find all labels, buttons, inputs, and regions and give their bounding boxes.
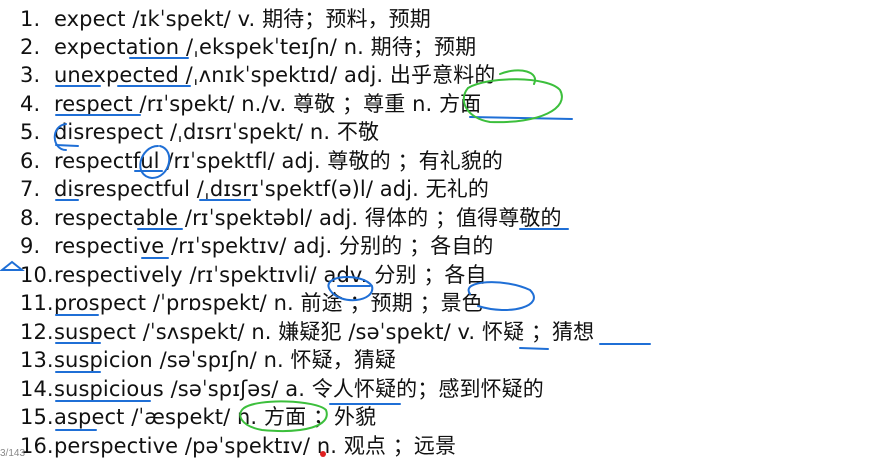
entry-text: respectable /rɪˈspektəbl/ adj. 得体的 ；值得尊敬… [54,206,562,230]
vocab-entry: 14.suspicious /səˈspɪʃəs/ a. 令人怀疑的；感到怀疑的 [20,375,544,403]
vocab-list: 1. expect /ɪkˈspekt/ v. 期待；预料，预期 2. expect… [0,0,894,460]
entry-number: 9. [20,234,41,258]
vocab-entry: 4. respect /rɪˈspekt/ n./v. 尊敬 ；尊重 n. 方面 [20,90,481,118]
vocab-entry: 1. expect /ɪkˈspekt/ v. 期待；预料，预期 [20,5,431,33]
page-indicator: 3/143 [0,448,26,459]
entry-number: 3. [20,63,41,87]
entry-number: 14. [20,377,54,401]
entry-text: unexpected /ˌʌnɪkˈspektɪd/ adj. 出乎意料的 [54,63,496,87]
entry-text: disrespect /ˌdɪsrɪˈspekt/ n. 不敬 [54,120,380,144]
entry-text: respective /rɪˈspektɪv/ adj. 分别的 ；各自的 [54,234,494,258]
vocab-entry: 2. expectation /ˌekspekˈteɪʃn/ n. 期待；预期 [20,33,476,61]
entry-text: disrespectful /ˌdɪsrɪˈspektf(ə)l/ adj. 无… [54,177,489,201]
entry-text: expectation /ˌekspekˈteɪʃn/ n. 期待；预期 [54,35,477,59]
vocab-entry: 11.prospect /ˈprɒspekt/ n. 前途 ；预期 ；景色 [20,289,483,317]
vocab-entry: 13.suspicion /səˈspɪʃn/ n. 怀疑，猜疑 [20,346,396,374]
vocab-entry: 8. respectable /rɪˈspektəbl/ adj. 得体的 ；值得… [20,204,562,232]
vocab-entry: 12.suspect /ˈsʌspekt/ n. 嫌疑犯 /səˈspekt/ … [20,318,594,346]
entry-text: respect /rɪˈspekt/ n./v. 尊敬 ；尊重 n. 方面 [54,92,482,116]
vocab-entry: 7. disrespectful /ˌdɪsrɪˈspektf(ə)l/ adj.… [20,175,489,203]
entry-number: 15. [20,405,54,429]
vocab-entry: 16.perspective /pəˈspektɪv/ n. 观点 ；远景 [20,432,456,460]
entry-text: expect /ɪkˈspekt/ v. 期待；预料，预期 [54,7,431,31]
entry-number: 12. [20,320,54,344]
entry-text: perspective /pəˈspektɪv/ n. 观点 ；远景 [54,434,457,458]
entry-text: respectively /rɪˈspektɪvli/ adv. 分别 ；各自 [54,263,487,287]
entry-text: suspicious /səˈspɪʃəs/ a. 令人怀疑的；感到怀疑的 [54,377,544,401]
entry-number: 16. [20,434,54,458]
entry-number: 8. [20,206,41,230]
vocab-entry: 15.aspect /ˈæspekt/ n. 方面 ；外貌 [20,403,376,431]
entry-number: 6. [20,149,41,173]
vocab-entry: 9. respective /rɪˈspektɪv/ adj. 分别的 ；各自的 [20,232,494,260]
entry-number: 2. [20,35,41,59]
entry-text: suspicion /səˈspɪʃn/ n. 怀疑，猜疑 [54,348,397,372]
entry-number: 1. [20,7,41,31]
entry-text: respectful /rɪˈspektfl/ adj. 尊敬的 ；有礼貌的 [54,149,503,173]
entry-number: 5. [20,120,41,144]
vocab-entry: 6. respectful /rɪˈspektfl/ adj. 尊敬的 ；有礼貌的 [20,147,503,175]
entry-number: 13. [20,348,54,372]
entry-text: aspect /ˈæspekt/ n. 方面 ；外貌 [54,405,377,429]
entry-number: 7. [20,177,41,201]
entry-text: suspect /ˈsʌspekt/ n. 嫌疑犯 /səˈspekt/ v. … [54,320,595,344]
vocab-entry: 3. unexpected /ˌʌnɪkˈspektɪd/ adj. 出乎意料的 [20,61,495,89]
entry-number: 10. [20,263,54,287]
vocab-entry: 10.respectively /rɪˈspektɪvli/ adv. 分别 ；… [20,261,487,289]
entry-number: 11. [20,291,54,315]
vocab-entry: 5. disrespect /ˌdɪsrɪˈspekt/ n. 不敬 [20,118,379,146]
entry-number: 4. [20,92,41,116]
entry-text: prospect /ˈprɒspekt/ n. 前途 ；预期 ；景色 [54,291,483,315]
